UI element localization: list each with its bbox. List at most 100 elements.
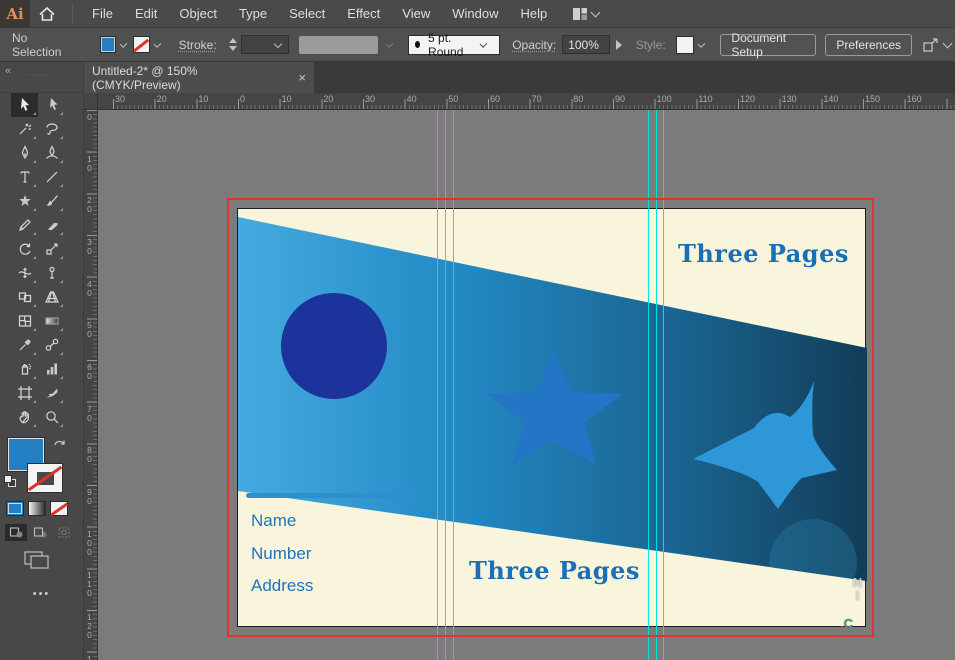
direct-selection-tool[interactable]: [38, 93, 65, 117]
star-shape-tool[interactable]: [11, 189, 38, 213]
preferences-button[interactable]: Preferences: [825, 34, 912, 56]
menu-view[interactable]: View: [391, 0, 441, 28]
color-type-row: [0, 501, 83, 516]
swap-fill-stroke-icon[interactable]: [52, 435, 68, 453]
brush-definition-combo[interactable]: 5 pt. Round: [408, 35, 501, 55]
lasso-tool[interactable]: [38, 117, 65, 141]
ruler-origin-corner[interactable]: [84, 93, 98, 110]
magic-wand-tool[interactable]: [11, 117, 38, 141]
width-tool[interactable]: [11, 261, 38, 285]
horizontal-ruler[interactable]: 3020100102030405060708090100110120130140…: [98, 93, 955, 110]
change-screen-mode-icon[interactable]: [24, 551, 83, 574]
collapse-dock-icon[interactable]: «: [5, 65, 10, 77]
illustrator-logo: Ai: [0, 0, 30, 28]
menu-effect[interactable]: Effect: [336, 0, 391, 28]
opacity-input[interactable]: 100%: [562, 35, 610, 54]
menu-window[interactable]: Window: [441, 0, 509, 28]
ruler-label: 110: [85, 570, 94, 597]
opacity-label[interactable]: Opacity:: [512, 38, 556, 52]
hand-tool[interactable]: [11, 405, 38, 429]
eraser-tool[interactable]: [38, 213, 65, 237]
guide-line[interactable]: [453, 110, 454, 660]
canvas[interactable]: Three Pages Three Pages Name Number Addr…: [98, 110, 955, 660]
scale-tool[interactable]: [38, 237, 65, 261]
guide-line[interactable]: [656, 110, 657, 660]
selection-status: No Selection: [12, 31, 68, 59]
graphic-style-swatch[interactable]: [676, 36, 695, 54]
edit-toolbar-ellipsis[interactable]: •••: [0, 588, 83, 600]
ruler-label: 80: [573, 94, 583, 104]
type-tool[interactable]: [11, 165, 38, 189]
document-setup-button[interactable]: Document Setup: [720, 34, 816, 56]
drawing-modes: [0, 524, 83, 541]
chevron-down-icon[interactable]: [153, 40, 161, 48]
blend-tool[interactable]: [38, 333, 65, 357]
menu-help[interactable]: Help: [509, 0, 558, 28]
chevron-down-icon: [943, 38, 953, 48]
menu-file[interactable]: File: [81, 0, 124, 28]
stroke-weight-stepper[interactable]: [229, 35, 238, 55]
gradient-mode-button[interactable]: [28, 501, 46, 516]
color-mode-button[interactable]: [6, 501, 24, 516]
perspective-grid-tool[interactable]: [38, 285, 65, 309]
slice-tool[interactable]: [38, 381, 65, 405]
puppet-warp-tool[interactable]: [38, 261, 65, 285]
default-fill-stroke-icon[interactable]: [4, 475, 17, 488]
ruler-label: 110: [698, 94, 712, 104]
guide-line[interactable]: [445, 110, 446, 660]
guide-line[interactable]: [437, 110, 438, 660]
stroke-color-proxy[interactable]: [27, 463, 63, 493]
arrange-documents[interactable]: [922, 37, 955, 53]
ruler-label: 20: [157, 94, 167, 104]
shape-builder-tool[interactable]: [11, 285, 38, 309]
curvature-tool[interactable]: [38, 141, 65, 165]
watermark-corner: .C: [840, 616, 853, 631]
opacity-value: 100%: [568, 38, 599, 52]
menu-edit[interactable]: Edit: [124, 0, 168, 28]
close-icon[interactable]: ×: [298, 70, 306, 85]
chevron-down-icon[interactable]: [698, 40, 706, 48]
stroke-weight-combo[interactable]: [241, 35, 289, 54]
pen-tool[interactable]: [11, 141, 38, 165]
chevron-down-icon[interactable]: [120, 40, 128, 48]
guide-line[interactable]: [663, 110, 664, 660]
ruler-label: 120: [740, 94, 755, 104]
ruler-label: 50: [85, 320, 94, 338]
menu-select[interactable]: Select: [278, 0, 336, 28]
rotate-tool[interactable]: [11, 237, 38, 261]
stroke-weight-label[interactable]: Stroke:: [179, 38, 217, 52]
ruler-label: 70: [532, 94, 542, 104]
headline-bottom: Three Pages: [469, 556, 640, 585]
none-mode-button[interactable]: [50, 501, 68, 516]
chevron-down-icon: [591, 7, 601, 17]
opacity-expand-icon[interactable]: [616, 40, 622, 50]
menu-object[interactable]: Object: [168, 0, 228, 28]
gradient-tool[interactable]: [38, 309, 65, 333]
selection-tool[interactable]: [11, 93, 38, 117]
ruler-label: 30: [115, 94, 125, 104]
document-tab[interactable]: Untitled-2* @ 150% (CMYK/Preview) ×: [84, 62, 314, 93]
brush-dot-icon: [415, 41, 420, 48]
menu-type[interactable]: Type: [228, 0, 278, 28]
paintbrush-tool[interactable]: [38, 189, 65, 213]
workspace-switcher[interactable]: [572, 7, 603, 21]
dock-grip[interactable]: ∙∙∙∙∙∙∙∙: [26, 70, 52, 79]
column-graph-tool[interactable]: [38, 357, 65, 381]
eyedropper-tool[interactable]: [11, 333, 38, 357]
pencil-tool[interactable]: [11, 213, 38, 237]
guide-line[interactable]: [648, 110, 649, 660]
home-icon[interactable]: [34, 3, 60, 25]
mesh-tool[interactable]: [11, 309, 38, 333]
stroke-color-swatch[interactable]: [133, 36, 149, 53]
draw-normal-button[interactable]: [5, 524, 27, 541]
line-segment-tool[interactable]: [38, 165, 65, 189]
vertical-ruler[interactable]: 0102030405060708090100110120130: [84, 110, 98, 660]
fill-color-swatch[interactable]: [100, 36, 116, 53]
artboard-tool[interactable]: [11, 381, 38, 405]
ruler-label: 50: [448, 94, 458, 104]
ruler-label: 130: [782, 94, 797, 104]
draw-behind-button[interactable]: [29, 524, 51, 541]
artboard[interactable]: Three Pages Three Pages Name Number Addr…: [237, 208, 866, 627]
symbol-sprayer-tool[interactable]: [11, 357, 38, 381]
zoom-tool[interactable]: [38, 405, 65, 429]
